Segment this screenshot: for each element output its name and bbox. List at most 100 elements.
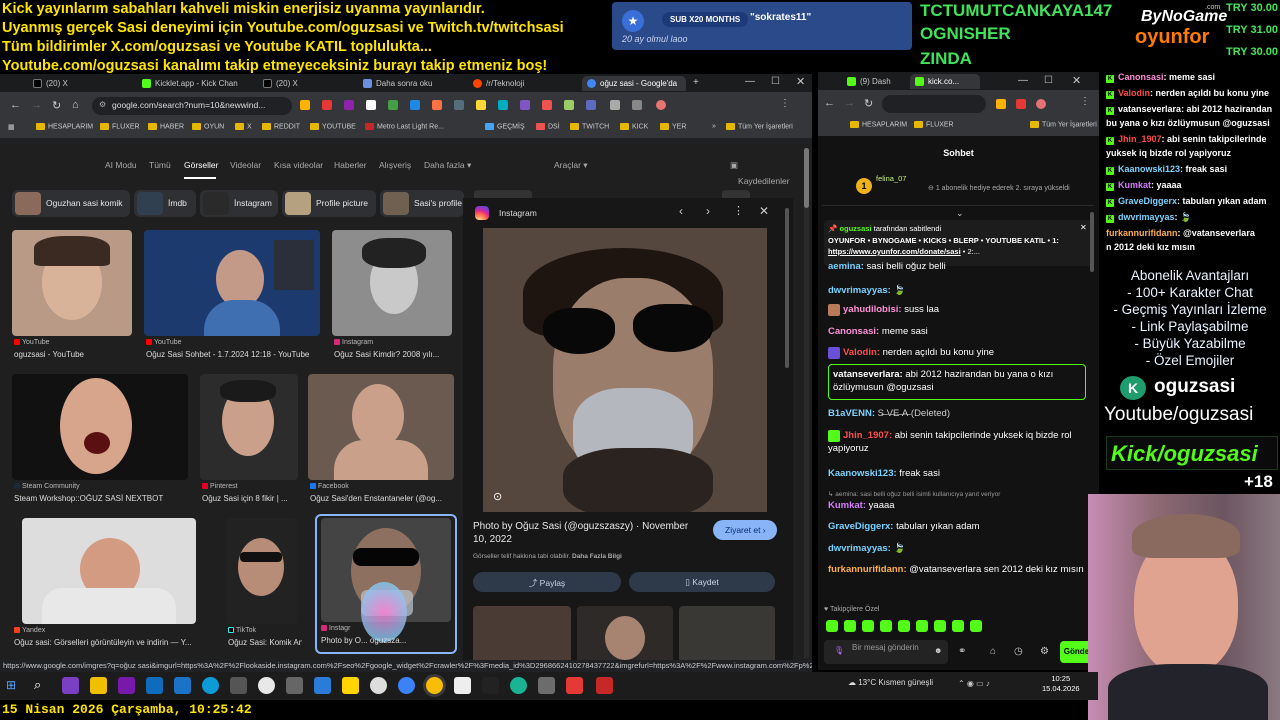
image-result[interactable]: TikTok Oğuz Sasi: Komik An...	[226, 518, 302, 648]
bookmark-hesaplarim[interactable]: HESAPLARIM	[850, 121, 907, 128]
save-button[interactable]: ▯ Kaydet	[629, 572, 775, 592]
message-input[interactable]: 🎙 Bir mesaj gönderin ☻	[824, 640, 948, 664]
chat-username[interactable]: Jhin_1907:	[843, 430, 892, 441]
mic-icon[interactable]: 🎙	[834, 646, 844, 656]
close-preview-icon[interactable]: ✕	[759, 204, 769, 218]
app-icon[interactable]	[62, 677, 79, 694]
extension-icon[interactable]	[432, 100, 442, 110]
emote-icon[interactable]	[880, 620, 892, 632]
bookmark-all[interactable]: Tüm Yer İşaretleri	[726, 123, 793, 130]
clock[interactable]: 10:25 15.04.2026	[1042, 674, 1080, 694]
tab-x-1[interactable]: (20) X	[28, 76, 133, 91]
extension-icon[interactable]	[322, 100, 332, 110]
edge-icon[interactable]	[202, 677, 219, 694]
related-image[interactable]	[473, 606, 571, 664]
extension-icon[interactable]	[476, 100, 486, 110]
obs-icon[interactable]	[258, 677, 275, 694]
minimize-icon[interactable]: —	[1018, 75, 1028, 86]
chip-imdb[interactable]: İmdb	[134, 190, 196, 217]
emote-icon[interactable]	[952, 620, 964, 632]
learn-more-link[interactable]: Daha Fazla Bilgi	[572, 553, 622, 560]
tab-kick[interactable]: kick.co...	[910, 74, 980, 89]
emote-icon[interactable]	[898, 620, 910, 632]
next-image-icon[interactable]: ›	[706, 204, 710, 218]
tab-more[interactable]: Daha fazla ▾	[424, 160, 471, 171]
app-icon[interactable]	[454, 677, 471, 694]
chat-username[interactable]: GraveDiggerx:	[828, 521, 893, 532]
emote-icon[interactable]	[970, 620, 982, 632]
app-icon[interactable]	[510, 677, 527, 694]
profile-avatar-icon[interactable]	[656, 100, 666, 110]
pinned-link[interactable]: https://www.oyunfor.com/donate/sasi	[828, 247, 961, 256]
bookmark-oyun[interactable]: OYUN	[192, 123, 224, 130]
bookmark-twitch[interactable]: TWITCH	[570, 123, 609, 130]
back-icon[interactable]: ←	[824, 97, 835, 109]
app-icon[interactable]	[370, 677, 387, 694]
chat-username[interactable]: yahudilobisi:	[843, 304, 902, 315]
visit-button[interactable]: Ziyaret et ›	[713, 520, 777, 540]
extension-icon[interactable]	[410, 100, 420, 110]
tab-read-later[interactable]: Daha sonra oku	[358, 76, 463, 91]
related-image[interactable]	[577, 606, 673, 664]
maximize-icon[interactable]: ☐	[1044, 75, 1053, 86]
chip-instagram[interactable]: İnstagram	[200, 190, 278, 217]
tab-all[interactable]: Tümü	[149, 160, 171, 170]
bookmark-dsi[interactable]: DSİ	[536, 123, 560, 130]
tab-google[interactable]: oğuz sasi - Google'da	[582, 76, 686, 91]
tab-images[interactable]: Görseller	[184, 160, 218, 170]
maximize-icon[interactable]: ☐	[771, 76, 780, 87]
preview-image[interactable]: ⊙	[483, 228, 767, 512]
saved-button[interactable]: ▣ Kaydedilenler	[730, 160, 790, 186]
extension-icon[interactable]	[586, 100, 596, 110]
chip-profile-picture[interactable]: Profile picture	[282, 190, 376, 217]
chat-username[interactable]: dwvrimayyas:	[828, 285, 891, 296]
menu-icon[interactable]: ⋮	[1080, 96, 1090, 107]
tab-dashboard[interactable]: (9) Dash	[842, 74, 906, 89]
image-result-selected[interactable]: Instagr Photo by O... oguzsza...	[315, 514, 457, 654]
chat-username[interactable]: Valodin:	[843, 347, 880, 358]
close-icon[interactable]: ✕	[1072, 74, 1081, 87]
back-icon[interactable]: ←	[10, 99, 21, 111]
bookmark-youtube[interactable]: YOUTUBE	[310, 123, 356, 130]
emoji-icon[interactable]: ☻	[934, 646, 942, 656]
extension-icon[interactable]	[454, 100, 464, 110]
image-result[interactable]: YouTube oguzsasi - YouTube	[12, 230, 132, 360]
gifter-name[interactable]: felina_07	[876, 174, 906, 183]
forward-icon[interactable]: →	[844, 97, 855, 109]
tab-kicklet[interactable]: Kicklet.app - Kick Chan	[137, 76, 255, 91]
close-icon[interactable]: ✕	[796, 75, 805, 88]
extension-icon[interactable]	[366, 100, 376, 110]
panel-scrollbar[interactable]	[785, 208, 789, 368]
menu-icon[interactable]: ⋮	[780, 98, 790, 109]
profile-avatar-icon[interactable]	[1036, 99, 1046, 109]
camera-icon[interactable]	[230, 677, 247, 694]
related-image[interactable]	[679, 606, 775, 664]
bookmark-kick[interactable]: KICK	[620, 123, 648, 130]
bookmark-haber[interactable]: HABER	[148, 123, 184, 130]
emote-icon[interactable]	[862, 620, 874, 632]
vivaldi-icon[interactable]	[566, 677, 583, 694]
search-icon[interactable]: ⌕	[34, 677, 41, 693]
chat-username[interactable]: furkannurifidann:	[828, 564, 907, 575]
extension-icon[interactable]	[632, 100, 642, 110]
bookmark-x[interactable]: X	[235, 123, 252, 130]
tab-news[interactable]: Haberler	[334, 160, 367, 170]
reload-icon[interactable]: ↻	[52, 99, 61, 112]
extension-icon[interactable]	[498, 100, 508, 110]
tab-shopping[interactable]: Alışveriş	[379, 160, 411, 170]
scrollbar-thumb[interactable]	[804, 148, 809, 208]
store-icon[interactable]: ⌂	[990, 646, 996, 657]
more-options-icon[interactable]: ⋮	[733, 204, 744, 217]
address-bar[interactable]: ⚙ google.com/search?num=10&newwind...	[92, 97, 292, 115]
extension-icon[interactable]	[610, 100, 620, 110]
bookmark-fluxer[interactable]: FLUXER	[914, 121, 954, 128]
image-result[interactable]: Facebook Oğuz Sasi'den Enstantaneler (@o…	[308, 374, 454, 504]
windows-start-icon[interactable]: ⊞	[6, 678, 16, 692]
expand-icon[interactable]: ⌄	[956, 208, 964, 219]
extension-icon[interactable]	[564, 100, 574, 110]
chat-scrollbar[interactable]	[1090, 212, 1094, 272]
bookmark-yer[interactable]: YER	[660, 123, 686, 130]
app-icon[interactable]	[286, 677, 303, 694]
emote-icon[interactable]	[934, 620, 946, 632]
bookmark-gecmis[interactable]: GEÇMİŞ	[485, 123, 525, 130]
